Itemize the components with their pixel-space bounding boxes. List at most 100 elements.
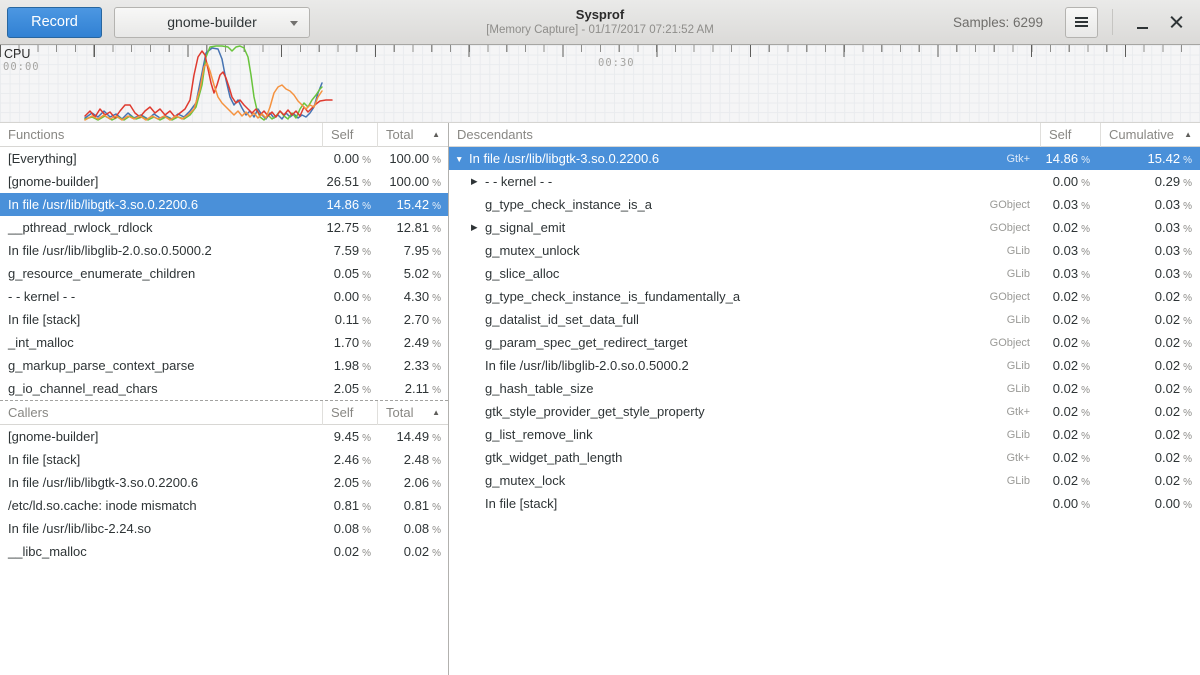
cpu-graph-label: CPU <box>4 47 30 61</box>
table-row[interactable]: [Everything]0.00%100.00% <box>0 147 448 170</box>
function-name: g_slice_alloc <box>485 266 559 281</box>
device-selector-dropdown[interactable]: gnome-builder <box>114 7 310 38</box>
function-name: In file /usr/lib/libgtk-3.so.0.2200.6 <box>469 151 659 166</box>
sort-ascending-icon: ▲ <box>432 123 440 147</box>
function-name: g_param_spec_get_redirect_target <box>485 335 687 350</box>
collapse-icon[interactable]: ▼ <box>455 154 469 164</box>
function-name: In file /usr/lib/libglib-2.0.so.0.5000.2 <box>485 358 689 373</box>
close-button[interactable] <box>1163 9 1189 35</box>
table-row[interactable]: g_resource_enumerate_children0.05%5.02% <box>0 262 448 285</box>
percent-value: 0.02% <box>1100 381 1200 396</box>
table-row[interactable]: In file /usr/lib/libc-2.24.so0.08%0.08% <box>0 517 448 540</box>
time-label-mid: 00:30 <box>598 57 635 69</box>
expand-icon[interactable]: ▶ <box>471 176 485 187</box>
percent-value: 0.02% <box>1040 450 1100 465</box>
tree-row[interactable]: ▶- - kernel - -0.00%0.29% <box>449 170 1200 193</box>
percent-value: 0.02% <box>322 544 377 559</box>
table-row[interactable]: In file [stack]2.46%2.48% <box>0 448 448 471</box>
table-row[interactable]: [gnome-builder]26.51%100.00% <box>0 170 448 193</box>
tree-row[interactable]: g_slice_allocGLib0.03%0.03% <box>449 262 1200 285</box>
percent-value: 7.95% <box>377 243 448 258</box>
tree-row[interactable]: g_hash_table_sizeGLib0.02%0.02% <box>449 377 1200 400</box>
function-name: g_type_check_instance_is_fundamentally_a <box>485 289 740 304</box>
function-name: In file /usr/lib/libc-2.24.so <box>0 521 322 536</box>
function-name: In file /usr/lib/libglib-2.0.so.0.5000.2 <box>0 243 322 258</box>
percent-value: 0.03% <box>1100 266 1200 281</box>
minimize-button[interactable] <box>1129 9 1155 35</box>
table-row[interactable]: In file /usr/lib/libglib-2.0.so.0.5000.2… <box>0 239 448 262</box>
table-row[interactable]: In file [stack]0.11%2.70% <box>0 308 448 331</box>
tree-row[interactable]: In file /usr/lib/libglib-2.0.so.0.5000.2… <box>449 354 1200 377</box>
tree-row[interactable]: g_type_check_instance_is_aGObject0.03%0.… <box>449 193 1200 216</box>
percent-value: 0.02% <box>1040 427 1100 442</box>
percent-value: 0.02% <box>1040 404 1100 419</box>
percent-value: 0.03% <box>1100 243 1200 258</box>
table-row[interactable]: - - kernel - -0.00%4.30% <box>0 285 448 308</box>
percent-value: 0.11% <box>322 312 377 327</box>
sort-ascending-icon: ▲ <box>432 401 440 425</box>
function-name: g_markup_parse_context_parse <box>0 358 322 373</box>
percent-value: 0.03% <box>1100 197 1200 212</box>
percent-value: 0.08% <box>377 521 448 536</box>
table-row[interactable]: [gnome-builder]9.45%14.49% <box>0 425 448 448</box>
descendants-column-header[interactable]: Descendants <box>449 123 1040 147</box>
tree-row[interactable]: gtk_widget_path_lengthGtk+0.02%0.02% <box>449 446 1200 469</box>
percent-value: 0.00% <box>322 289 377 304</box>
function-name: In file /usr/lib/libgtk-3.so.0.2200.6 <box>0 475 322 490</box>
percent-value: 26.51% <box>322 174 377 189</box>
percent-value: 7.59% <box>322 243 377 258</box>
tree-row[interactable]: gtk_style_provider_get_style_propertyGtk… <box>449 400 1200 423</box>
percent-value: 0.00% <box>1100 496 1200 511</box>
tree-row[interactable]: g_list_remove_linkGLib0.02%0.02% <box>449 423 1200 446</box>
table-row[interactable]: __pthread_rwlock_rdlock12.75%12.81% <box>0 216 448 239</box>
record-button[interactable]: Record <box>7 7 102 38</box>
functions-total-column-header[interactable]: Total ▲ <box>377 123 448 147</box>
descendants-self-column-header[interactable]: Self <box>1040 123 1100 147</box>
table-row[interactable]: g_markup_parse_context_parse1.98%2.33% <box>0 354 448 377</box>
tree-row[interactable]: g_param_spec_get_redirect_targetGObject0… <box>449 331 1200 354</box>
function-name: /etc/ld.so.cache: inode mismatch <box>0 498 322 513</box>
table-row[interactable]: g_io_channel_read_chars2.05%2.11% <box>0 377 448 400</box>
table-row[interactable]: __libc_malloc0.02%0.02% <box>0 540 448 563</box>
percent-value: 0.02% <box>1100 427 1200 442</box>
descendants-cumulative-column-header[interactable]: Cumulative ▲ <box>1100 123 1200 147</box>
percent-value: 0.29% <box>1100 174 1200 189</box>
table-row[interactable]: /etc/ld.so.cache: inode mismatch0.81%0.8… <box>0 494 448 517</box>
percent-value: 0.00% <box>322 151 377 166</box>
tree-row[interactable]: g_mutex_unlockGLib0.03%0.03% <box>449 239 1200 262</box>
table-row[interactable]: _int_malloc1.70%2.49% <box>0 331 448 354</box>
functions-self-column-header[interactable]: Self <box>322 123 377 147</box>
library-category: Gtk+ <box>970 452 1040 464</box>
tree-row[interactable]: g_type_check_instance_is_fundamentally_a… <box>449 285 1200 308</box>
callers-column-header[interactable]: Callers <box>0 401 322 425</box>
menu-button[interactable] <box>1065 7 1098 38</box>
percent-value: 0.02% <box>1100 473 1200 488</box>
callers-total-column-header[interactable]: Total ▲ <box>377 401 448 425</box>
function-name: g_mutex_unlock <box>485 243 580 258</box>
library-category: GLib <box>970 475 1040 487</box>
percent-value: 4.30% <box>377 289 448 304</box>
function-name: In file /usr/lib/libgtk-3.so.0.2200.6 <box>0 197 322 212</box>
function-name: gtk_widget_path_length <box>485 450 622 465</box>
table-row[interactable]: In file /usr/lib/libgtk-3.so.0.2200.62.0… <box>0 471 448 494</box>
callers-self-column-header[interactable]: Self <box>322 401 377 425</box>
tree-row[interactable]: g_datalist_id_set_data_fullGLib0.02%0.02… <box>449 308 1200 331</box>
tree-row[interactable]: ▶g_signal_emitGObject0.02%0.03% <box>449 216 1200 239</box>
function-name: [Everything] <box>0 151 322 166</box>
titlebar: Record gnome-builder Sysprof [Memory Cap… <box>0 0 1200 45</box>
table-row[interactable]: In file /usr/lib/libgtk-3.so.0.2200.614.… <box>0 193 448 216</box>
tree-row[interactable]: g_mutex_lockGLib0.02%0.02% <box>449 469 1200 492</box>
percent-value: 0.02% <box>1100 289 1200 304</box>
function-name: g_resource_enumerate_children <box>0 266 322 281</box>
library-category: GLib <box>970 429 1040 441</box>
tree-row[interactable]: ▼In file /usr/lib/libgtk-3.so.0.2200.6Gt… <box>449 147 1200 170</box>
tree-row[interactable]: In file [stack]0.00%0.00% <box>449 492 1200 515</box>
minimize-icon <box>1137 27 1148 29</box>
percent-value: 2.70% <box>377 312 448 327</box>
library-category: GLib <box>970 314 1040 326</box>
functions-column-header[interactable]: Functions <box>0 123 322 147</box>
expand-icon[interactable]: ▶ <box>471 222 485 233</box>
cpu-graph[interactable]: CPU 00:00 00:30 <box>0 45 1200 123</box>
callers-table-header: Callers Self Total ▲ <box>0 401 448 425</box>
time-label-start: 00:00 <box>3 61 40 73</box>
